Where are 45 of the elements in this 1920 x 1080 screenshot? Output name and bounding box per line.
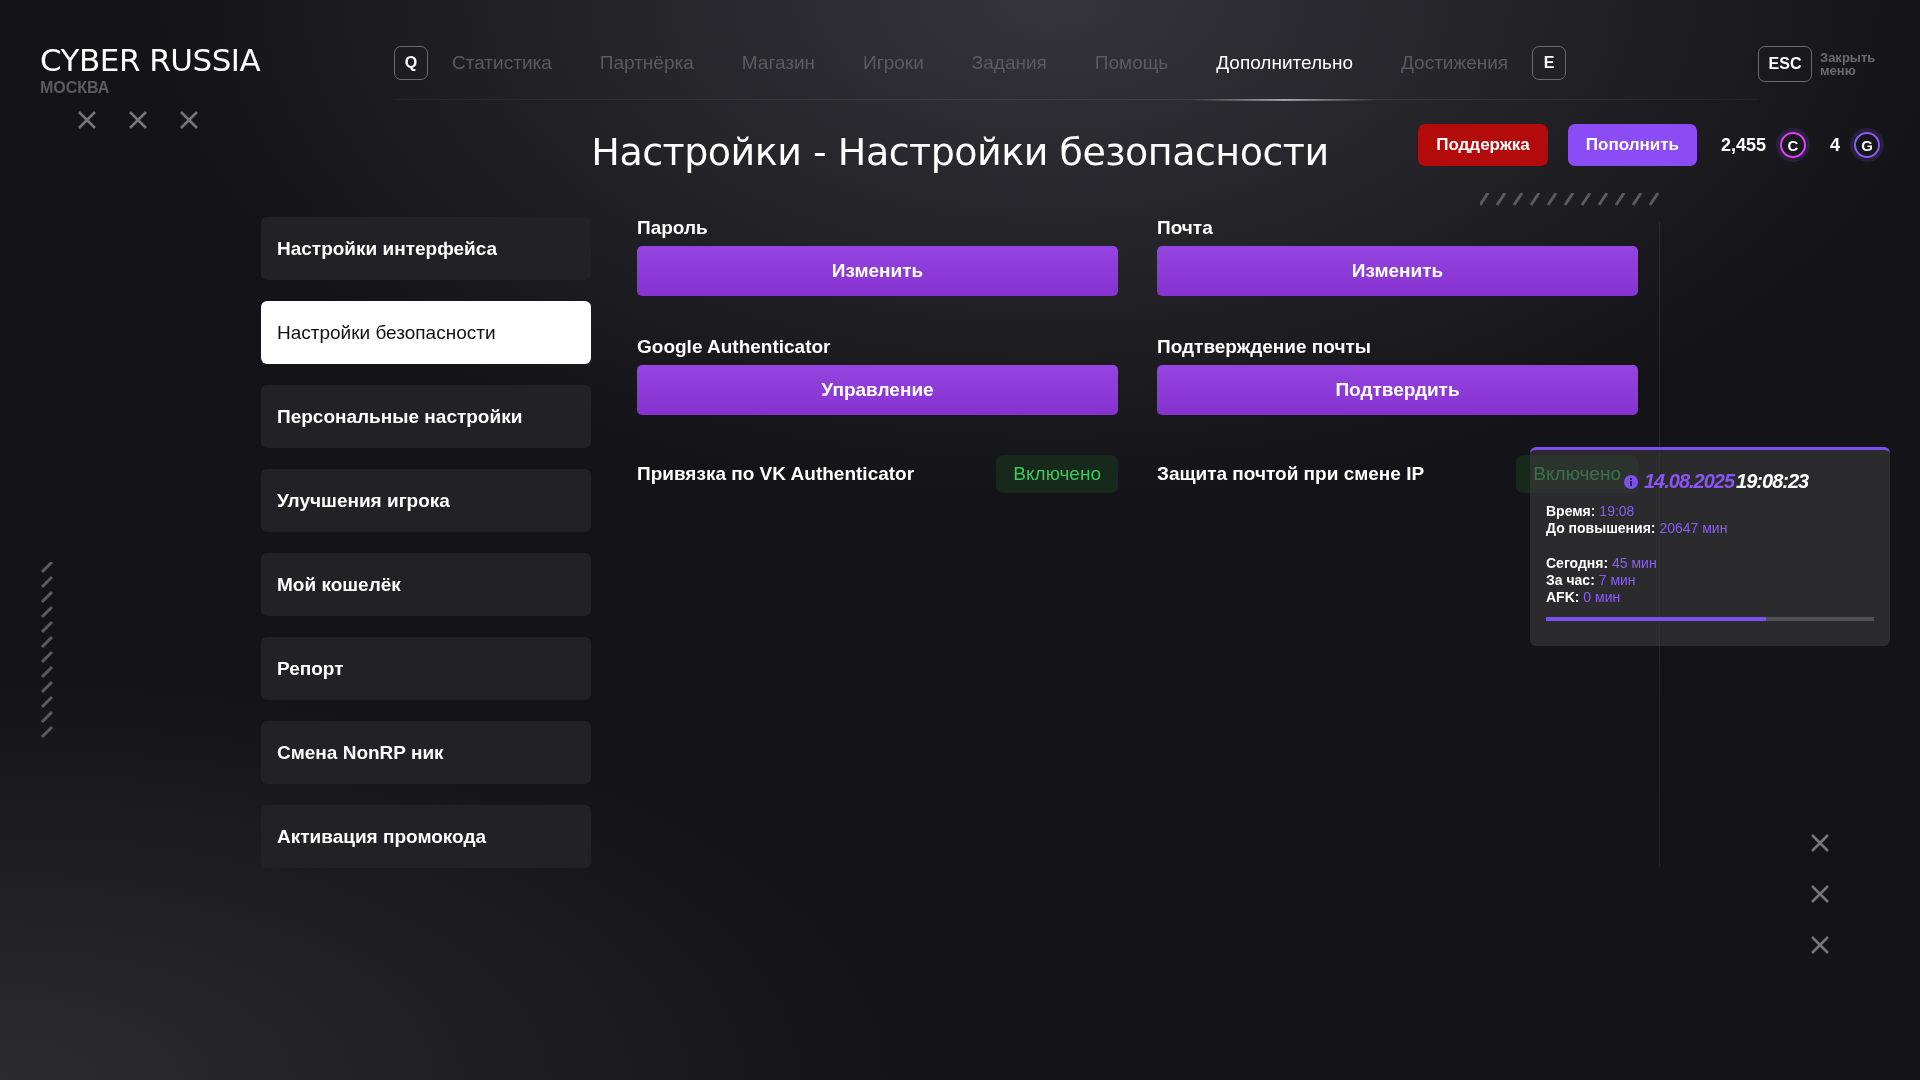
cross-icon [180, 111, 198, 129]
info-icon [1624, 474, 1638, 489]
status-badge[interactable]: Включено [996, 455, 1118, 493]
cross-icon [1811, 834, 1829, 852]
action-button[interactable]: Управление [637, 365, 1118, 415]
balance-amount: 4 [1830, 134, 1840, 156]
sidebar-item[interactable]: Улучшения игрока [261, 469, 591, 532]
setting-label: Защита почтой при смене IP [1157, 463, 1425, 485]
action-button[interactable]: Изменить [1157, 246, 1638, 296]
sidebar-item[interactable]: Настройки безопасности [261, 301, 591, 364]
setting-label: Пароль [637, 217, 709, 239]
cross-icon [1811, 885, 1829, 903]
action-button[interactable]: Изменить [637, 246, 1118, 296]
next-tab-key[interactable]: E [1532, 46, 1567, 80]
action-button[interactable]: Подтвердить [1157, 365, 1638, 415]
setting-label: Почта [1157, 217, 1214, 239]
cross-icon [1811, 936, 1829, 954]
top-up-button[interactable]: Пополнить [1567, 124, 1697, 166]
close-menu-label: Закрыть меню [1820, 51, 1877, 77]
stat-line: До повышения: 20647 мин [1546, 520, 1729, 536]
sidebar-item[interactable]: Персональные настройки [261, 385, 591, 448]
sidebar-item[interactable]: Смена NonRP ник [261, 721, 591, 784]
stat-line: За час: 7 мин [1546, 572, 1637, 588]
balance-amount: 2,455 [1720, 134, 1766, 156]
clock-text: 19:08:23 [1736, 470, 1809, 493]
sidebar-item[interactable]: Мой кошелёк [261, 553, 591, 616]
stat-line: Сегодня: 45 мин [1546, 555, 1658, 571]
cross-icon [78, 111, 96, 129]
stat-line: Время: 19:08 [1546, 503, 1636, 519]
page-title: Настройки - Настройки безопасности [591, 130, 1329, 174]
escape-key[interactable]: ESC [1758, 46, 1812, 82]
setting-label: Привязка по VK Authenticator [637, 463, 915, 485]
nav-tab[interactable]: Дополнительно [1192, 46, 1377, 101]
brand-title: CYBER RUSSIA [40, 42, 261, 78]
setting-label: Подтверждение почты [1157, 336, 1372, 358]
cross-icon [129, 111, 147, 129]
setting-label: Google Authenticator [637, 336, 832, 358]
date-text: 14.08.2025 [1644, 470, 1735, 493]
sidebar-item[interactable]: Активация промокода [261, 805, 591, 868]
support-button[interactable]: Поддержка [1418, 124, 1548, 166]
sidebar-item[interactable]: Репорт [261, 637, 591, 700]
stat-line: AFK: 0 мин [1546, 589, 1622, 605]
city-label: МОСКВА [40, 79, 111, 97]
sidebar-item[interactable]: Настройки интерфейса [261, 217, 591, 280]
previous-tab-key[interactable]: Q [394, 46, 428, 80]
